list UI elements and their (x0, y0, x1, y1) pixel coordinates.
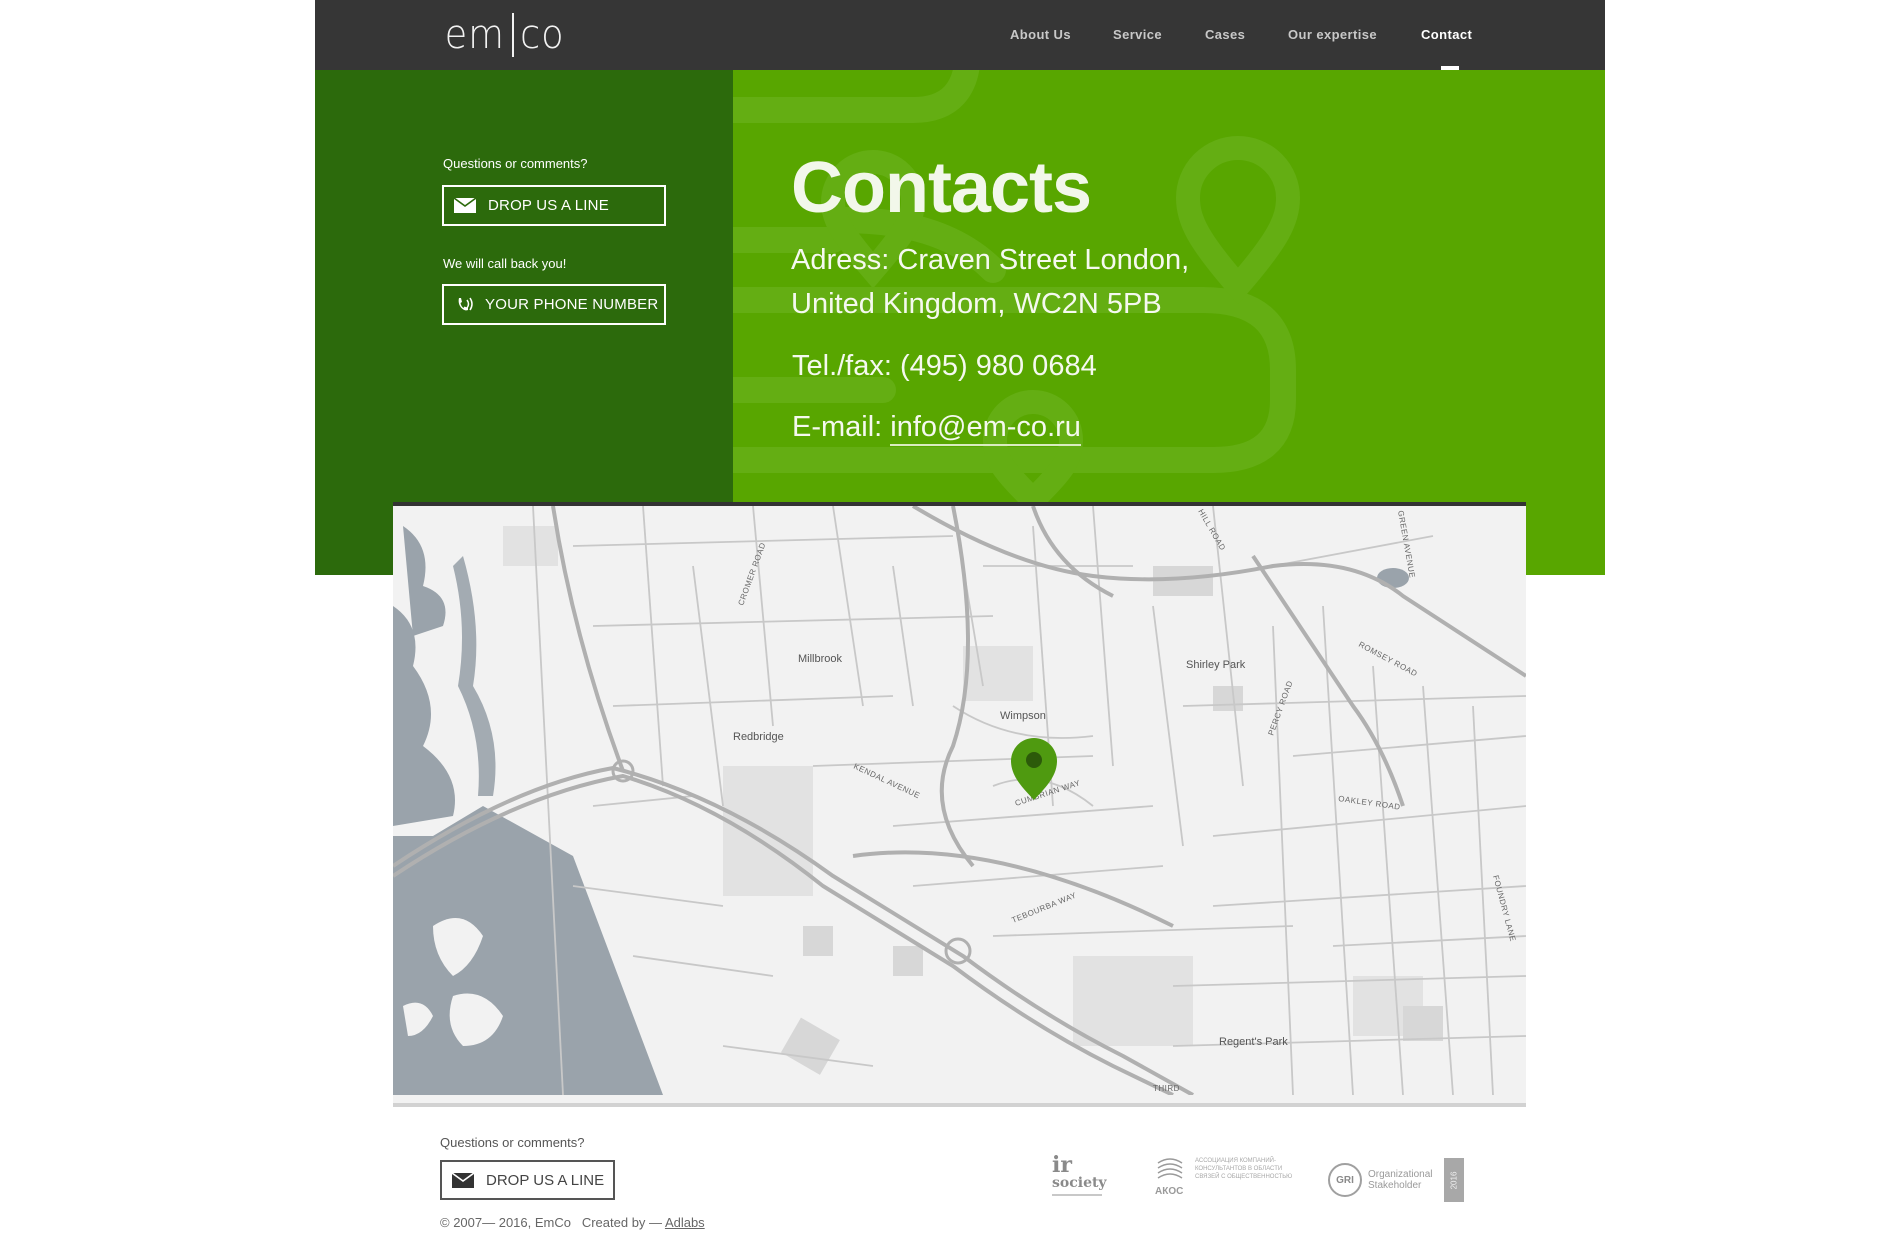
road-label-third: THIRD (1153, 1084, 1180, 1093)
akos-description: АССОЦИАЦИЯ КОМПАНИЙ-КОНСУЛЬТАНТОВ В ОБЛА… (1195, 1158, 1293, 1180)
address-line-1: Adress: Craven Street London, (791, 244, 1190, 276)
akos-name: АКОС (1155, 1186, 1184, 1197)
phone-line: Tel./fax: (495) 980 0684 (792, 350, 1097, 382)
nav-cases[interactable]: Cases (1205, 27, 1245, 42)
gri-mark: GRI (1328, 1163, 1362, 1197)
map-canvas[interactable]: Millbrook Redbridge Wimpson Shirley Park… (393, 506, 1526, 1097)
nav-our-expertise[interactable]: Our expertise (1288, 27, 1377, 42)
callback-label: We will call back you! (443, 256, 567, 271)
map-label-shirley-park: Shirley Park (1186, 659, 1246, 671)
questions-label: Questions or comments? (443, 156, 588, 171)
gri-text: Organizational Stakeholder (1368, 1169, 1433, 1191)
site-header: em co About Us Service Cases Our expertis… (315, 0, 1605, 70)
page-title: Contacts (791, 148, 1092, 228)
akos-globe-icon (1157, 1158, 1183, 1179)
drop-us-a-line-button[interactable]: DROP US A LINE (442, 185, 666, 226)
logo-text-left: em (444, 12, 505, 58)
email-label: E-mail: (792, 411, 891, 443)
phone-number-label: YOUR PHONE NUMBER (485, 296, 659, 313)
ir-society-name: society (1052, 1175, 1107, 1191)
phone-number-button[interactable]: YOUR PHONE NUMBER (442, 284, 666, 325)
copyright: © 2007— 2016, EmCo Created by — Adlabs (440, 1215, 705, 1230)
copyright-text: © 2007— 2016, EmCo (440, 1215, 571, 1230)
email-link[interactable]: info@em-co.ru (890, 411, 1081, 446)
map-label-redbridge: Redbridge (733, 731, 784, 743)
created-by-text: Created by — (581, 1215, 665, 1230)
nav-about-us[interactable]: About Us (1010, 27, 1071, 42)
map-label-millbrook: Millbrook (798, 653, 843, 665)
footer-drop-us-a-line-button[interactable]: DROP US A LINE (440, 1160, 615, 1200)
nav-service[interactable]: Service (1113, 27, 1162, 42)
footer-drop-us-a-line-label: DROP US A LINE (486, 1171, 605, 1189)
logo-divider (511, 13, 514, 57)
footer-questions-label: Questions or comments? (440, 1135, 585, 1150)
gri-logo[interactable]: GRI Organizational Stakeholder 2016 (1328, 1157, 1478, 1203)
ir-society-mark: ir (1052, 1152, 1072, 1178)
contacts-hero: Contacts Adress: Craven Street London, U… (733, 70, 1605, 575)
route-decoration (733, 70, 1301, 517)
drop-us-a-line-label: DROP US A LINE (488, 197, 609, 214)
map-label-wimpson: Wimpson (1000, 710, 1046, 722)
ir-society-logo[interactable]: ir society (1052, 1152, 1108, 1205)
envelope-icon (454, 198, 476, 214)
logo-text-right: co (519, 12, 565, 58)
nav-contact[interactable]: Contact (1421, 27, 1472, 42)
envelope-icon (452, 1172, 474, 1188)
akos-logo[interactable]: АКОС АССОЦИАЦИЯ КОМПАНИЙ-КОНСУЛЬТАНТОВ В… (1155, 1157, 1305, 1203)
gri-year: 2016 (1449, 1171, 1459, 1189)
address-line-2: United Kingdom, WC2N 5PB (791, 288, 1162, 320)
email-line: E-mail: info@em-co.ru (792, 411, 1081, 446)
adlabs-link[interactable]: Adlabs (665, 1215, 705, 1230)
contact-sidebar: Questions or comments? DROP US A LINE We… (315, 70, 733, 575)
location-map[interactable]: Millbrook Redbridge Wimpson Shirley Park… (393, 502, 1526, 1107)
map-label-regents-park: Regent's Park (1219, 1036, 1288, 1048)
emco-logo[interactable]: em co (442, 12, 566, 58)
phone-icon (454, 297, 476, 313)
